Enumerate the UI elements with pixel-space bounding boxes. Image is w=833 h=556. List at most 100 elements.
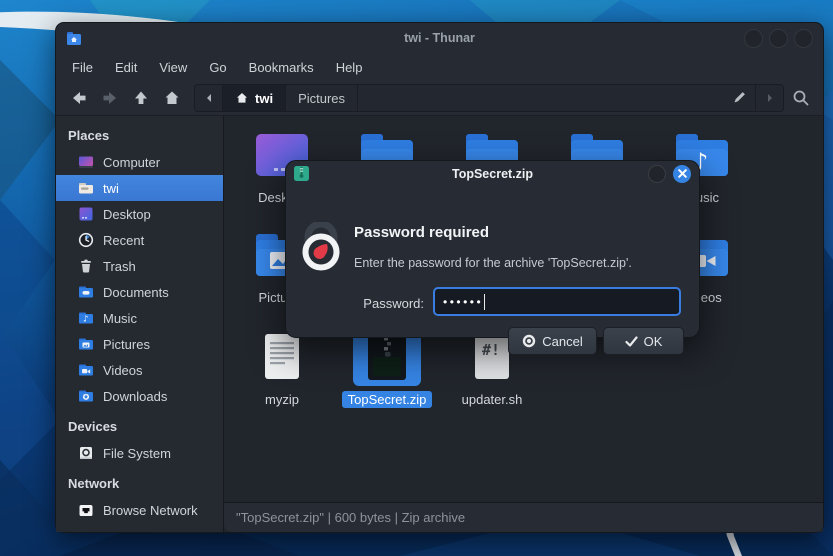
crumb-label: Pictures [298,91,345,106]
sidebar-item-computer[interactable]: Computer [56,149,223,175]
sidebar: Places Computer twi [56,116,224,532]
maximize-button[interactable] [769,29,788,48]
videos-folder-icon [78,362,94,378]
sidebar-item-label: File System [103,446,171,461]
sidebar-item-file-system[interactable]: File System [56,440,223,466]
sidebar-item-label: Music [103,311,137,326]
ok-button[interactable]: OK [603,327,684,355]
menu-view[interactable]: View [149,57,197,78]
trash-icon [78,258,94,274]
menu-help[interactable]: Help [326,57,373,78]
up-icon [132,89,150,107]
sidebar-item-label: Videos [103,363,143,378]
home-folder-icon [78,180,94,196]
sidebar-item-trash[interactable]: Trash [56,253,223,279]
sidebar-item-label: Computer [103,155,160,170]
sidebar-item-music[interactable]: ♪ Music [56,305,223,331]
dialog-body: Password required Enter the password for… [286,186,699,339]
sidebar-item-label: Downloads [103,389,167,404]
svg-text:#!: #! [482,341,500,359]
check-icon [625,335,638,348]
edit-pencil-icon[interactable] [731,90,747,106]
lock-icon [298,222,344,272]
sidebar-item-pictures[interactable]: Pictures [56,331,223,357]
back-icon [70,89,88,107]
window-title: twi - Thunar [56,31,823,45]
documents-folder-icon [78,284,94,300]
cancel-button[interactable]: Cancel [508,327,597,355]
path-entry-area[interactable] [358,85,755,111]
dialog-title-bar[interactable]: TopSecret.zip [286,161,699,186]
music-folder-icon: ♪ [78,310,94,326]
sidebar-header-devices: Devices [56,415,223,440]
cancel-label: Cancel [542,334,582,349]
sidebar-item-recent[interactable]: Recent [56,227,223,253]
sidebar-item-label: Browse Network [103,503,198,518]
close-icon [678,169,687,178]
password-dots: •••••• [443,296,483,308]
desktop: twi - Thunar File Edit View Go Bookmarks… [0,0,833,556]
home-icon [163,89,181,107]
sidebar-item-label: Pictures [103,337,150,352]
dialog-message: Enter the password for the archive 'TopS… [354,256,632,270]
home-button[interactable] [157,85,186,112]
sidebar-item-label: Trash [103,259,136,274]
file-label: updater.sh [456,391,529,408]
sidebar-item-label: Documents [103,285,169,300]
clock-icon [78,232,94,248]
downloads-folder-icon [78,388,94,404]
menu-go[interactable]: Go [199,57,236,78]
sidebar-item-label: Desktop [103,207,151,222]
pictures-folder-icon [78,336,94,352]
menu-bookmarks[interactable]: Bookmarks [239,57,324,78]
password-dialog: TopSecret.zip Password required Enter th… [285,160,700,338]
forward-button[interactable] [95,85,124,112]
chevron-right-icon [765,93,775,103]
menu-bar: File Edit View Go Bookmarks Help [56,53,823,81]
ok-label: OK [644,334,663,349]
close-button[interactable] [794,29,813,48]
back-button[interactable] [64,85,93,112]
sidebar-item-twi[interactable]: twi [56,175,223,201]
minimize-button[interactable] [744,29,763,48]
title-bar[interactable]: twi - Thunar [56,23,823,53]
zip-archive-icon [362,333,412,381]
text-caret [484,294,485,310]
svg-text:♪: ♪ [83,315,88,325]
status-text: "TopSecret.zip" | 600 bytes | Zip archiv… [236,510,465,525]
home-icon [235,91,249,105]
crumb-label: twi [255,91,273,106]
dialog-heading: Password required [354,224,489,241]
path-scroll-left-button[interactable] [195,85,223,111]
network-icon [78,502,94,518]
dialog-minimize-button[interactable] [648,165,666,183]
sidebar-item-label: Recent [103,233,144,248]
path-bar: twi Pictures [194,84,784,112]
dialog-close-button[interactable] [673,165,691,183]
crumb-twi[interactable]: twi [223,85,286,111]
cancel-icon [522,334,536,348]
sidebar-item-browse-network[interactable]: Browse Network [56,497,223,523]
sidebar-header-network: Network [56,472,223,497]
sidebar-item-label: twi [103,181,119,196]
file-topsecret-zip[interactable]: TopSecret.zip [337,328,437,408]
crumb-pictures[interactable]: Pictures [286,85,358,111]
toolbar: twi Pictures [56,81,823,116]
status-bar: "TopSecret.zip" | 600 bytes | Zip archiv… [224,502,823,532]
sidebar-item-downloads[interactable]: Downloads [56,383,223,409]
desktop-icon [78,206,94,222]
menu-file[interactable]: File [62,57,103,78]
sidebar-header-places: Places [56,124,223,149]
path-scroll-right-button[interactable] [755,85,783,111]
sidebar-item-documents[interactable]: Documents [56,279,223,305]
computer-icon [78,154,94,170]
file-myzip[interactable]: myzip [232,328,332,408]
password-input[interactable]: •••••• [433,287,681,316]
up-button[interactable] [126,85,155,112]
sidebar-item-videos[interactable]: Videos [56,357,223,383]
search-button[interactable] [786,85,815,112]
sidebar-item-desktop[interactable]: Desktop [56,201,223,227]
drive-icon [78,445,94,461]
file-label: myzip [259,391,305,408]
menu-edit[interactable]: Edit [105,57,147,78]
